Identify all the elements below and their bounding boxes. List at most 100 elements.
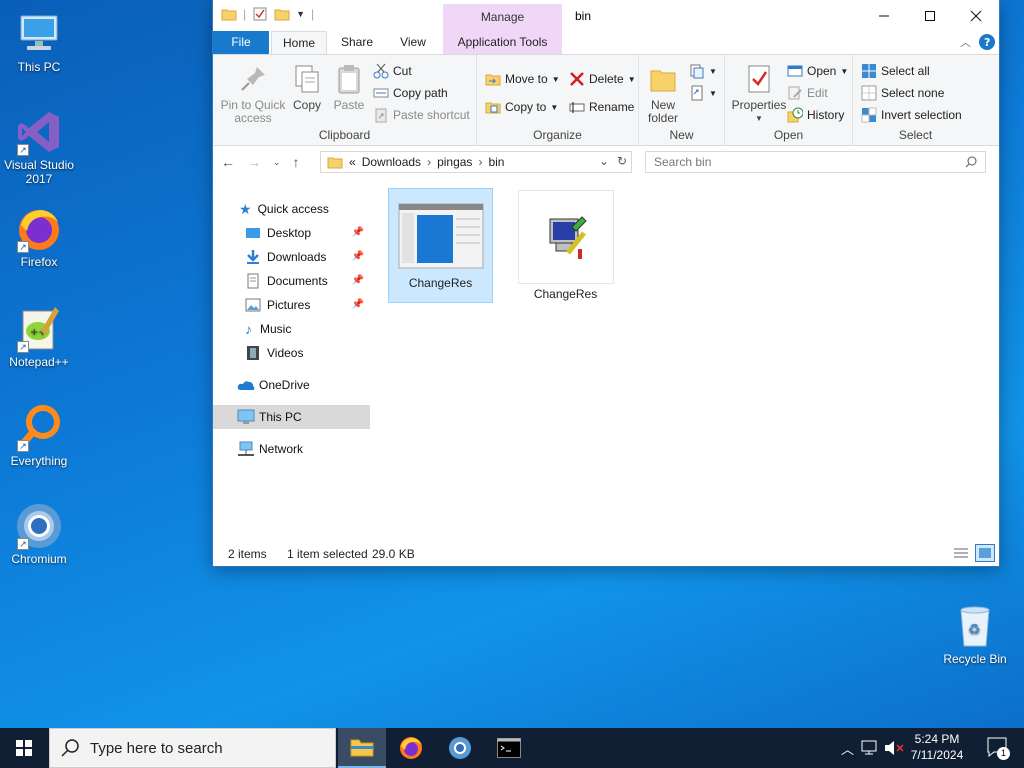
close-button[interactable] [953, 0, 999, 31]
desktop-icon-visual-studio[interactable]: ↗ Visual Studio 2017 [0, 108, 78, 186]
shortcut-arrow-icon: ↗ [17, 538, 29, 550]
taskbar-search-box[interactable]: Type here to search [49, 728, 336, 768]
tab-home[interactable]: Home [271, 31, 327, 54]
desktop-icon-everything[interactable]: ↗ Everything [0, 404, 78, 468]
cut-button[interactable]: Cut [373, 63, 412, 79]
file-name: ChangeRes [533, 287, 598, 301]
breadcrumb-bin[interactable]: bin [488, 155, 504, 169]
edit-button[interactable]: Edit [787, 85, 828, 101]
taskbar-command-prompt[interactable] [485, 728, 533, 768]
new-folder-button[interactable]: New folder [643, 63, 683, 125]
pin-to-quick-access-button[interactable]: Pin to Quick access [219, 63, 287, 125]
easy-access-icon [691, 85, 703, 101]
start-button[interactable] [0, 728, 48, 768]
select-none-button[interactable]: Select none [861, 85, 944, 101]
copy-path-button[interactable]: Copy path [373, 85, 448, 101]
large-icons-view-icon[interactable] [975, 544, 995, 562]
breadcrumb-pingas[interactable]: pingas [437, 155, 472, 169]
window-screenshot-file-icon [398, 203, 483, 269]
group-open: Properties ▼ Open ▼ Edit History Open [725, 55, 853, 145]
file-explorer-window[interactable]: | ▼ | Manage bin File Home Share View Ap… [213, 0, 999, 566]
new-folder-qat-icon[interactable] [274, 6, 290, 22]
tab-application-tools[interactable]: Application Tools [443, 31, 562, 54]
refresh-icon[interactable]: ↻ [617, 154, 627, 168]
collapse-ribbon-chevron-icon[interactable]: ︿ [960, 34, 971, 50]
delete-button[interactable]: Delete ▼ [569, 71, 636, 87]
show-hidden-icons-chevron-icon[interactable]: ︿ [841, 739, 854, 758]
nav-desktop[interactable]: Desktop 📌 [213, 221, 370, 245]
desktop-icon-firefox[interactable]: ↗ Firefox [0, 205, 78, 269]
desktop-icon-this-pc[interactable]: This PC [0, 10, 78, 74]
paste-shortcut-button[interactable]: Paste shortcut [373, 107, 470, 123]
clock[interactable]: 5:24 PM 7/11/2024 [908, 731, 966, 763]
desktop-folder-icon [246, 228, 260, 238]
quick-access-toolbar: | ▼ | [221, 6, 314, 22]
taskbar-file-explorer[interactable] [338, 728, 386, 768]
move-to-button[interactable]: Move to ▼ [485, 71, 560, 87]
search-box[interactable]: Search bin [645, 151, 986, 173]
invert-selection-button[interactable]: Invert selection [861, 107, 962, 123]
desktop-icon-notepad-plus-plus[interactable]: ++ ↗ Notepad++ [0, 305, 78, 369]
history-button[interactable]: History [787, 107, 844, 123]
properties-button[interactable]: Properties ▼ [731, 63, 787, 125]
nav-downloads[interactable]: Downloads 📌 [213, 245, 370, 269]
file-name: ChangeRes [408, 276, 473, 290]
paste-button[interactable]: Paste [329, 63, 369, 112]
address-history-chevron-icon[interactable]: ⌄ [599, 154, 609, 168]
chromium-icon [449, 737, 471, 759]
command-prompt-icon [497, 738, 521, 758]
nav-onedrive[interactable]: OneDrive [213, 373, 370, 397]
nav-quick-access[interactable]: ★ Quick access [213, 197, 370, 221]
minimize-button[interactable] [861, 0, 907, 31]
breadcrumb-separator-icon[interactable]: › [427, 155, 431, 169]
taskbar-firefox[interactable] [387, 728, 435, 768]
shortcut-arrow-icon: ↗ [17, 144, 29, 156]
select-all-button[interactable]: Select all [861, 63, 930, 79]
copy-to-button[interactable]: Copy to ▼ [485, 99, 558, 115]
nav-music[interactable]: ♪ Music [213, 317, 370, 341]
network-status-icon[interactable] [860, 740, 878, 756]
pictures-icon [245, 298, 261, 312]
folder-icon [221, 9, 237, 21]
breadcrumb-downloads[interactable]: Downloads [362, 155, 421, 169]
forward-arrow-icon[interactable]: → [247, 154, 261, 170]
desktop-icon-chromium[interactable]: ↗ Chromium [0, 502, 78, 566]
copy-path-icon [373, 88, 389, 98]
help-icon[interactable]: ? [979, 34, 995, 50]
customize-qat-chevron-icon[interactable]: ▼ [296, 9, 305, 19]
rename-button[interactable]: Rename [569, 99, 634, 115]
copy-button[interactable]: Copy [287, 63, 327, 112]
easy-access-button[interactable]: ▼ [689, 85, 717, 101]
nav-network[interactable]: Network [213, 437, 370, 461]
separator: | [243, 7, 247, 21]
address-bar[interactable]: « Downloads › pingas › bin ⌄ ↻ [320, 151, 632, 173]
properties-icon [743, 63, 775, 95]
manage-context-tab[interactable]: Manage [443, 4, 562, 31]
file-item[interactable]: ChangeRes [388, 188, 493, 303]
action-center-button[interactable]: 1 [986, 736, 1010, 760]
title-bar[interactable]: | ▼ | Manage bin [213, 0, 999, 31]
maximize-button[interactable] [907, 0, 953, 31]
tab-share[interactable]: Share [331, 31, 383, 54]
properties-check-icon[interactable] [252, 6, 268, 22]
up-arrow-icon[interactable]: ↑ [293, 154, 300, 170]
details-view-icon[interactable] [953, 546, 969, 560]
volume-muted-icon[interactable] [884, 740, 904, 756]
edit-pencil-icon [788, 86, 802, 100]
nav-documents[interactable]: Documents 📌 [213, 269, 370, 293]
tab-file[interactable]: File [213, 31, 269, 54]
new-item-button[interactable]: ▼ [689, 63, 717, 79]
file-item[interactable]: ChangeRes [513, 190, 618, 305]
breadcrumb-separator-icon[interactable]: › [478, 155, 482, 169]
tab-view[interactable]: View [387, 31, 439, 54]
desktop-icon-recycle-bin[interactable]: ♻ Recycle Bin [936, 602, 1014, 666]
nav-this-pc[interactable]: This PC [213, 405, 370, 429]
back-arrow-icon[interactable]: ← [221, 154, 235, 170]
breadcrumb-overflow[interactable]: « [349, 155, 356, 169]
nav-pictures[interactable]: Pictures 📌 [213, 293, 370, 317]
recent-locations-chevron-icon[interactable]: ⌄ [273, 157, 281, 168]
folder-icon [327, 157, 343, 169]
open-button[interactable]: Open ▼ [787, 63, 848, 79]
taskbar-chromium[interactable] [436, 728, 484, 768]
nav-videos[interactable]: Videos [213, 341, 370, 365]
